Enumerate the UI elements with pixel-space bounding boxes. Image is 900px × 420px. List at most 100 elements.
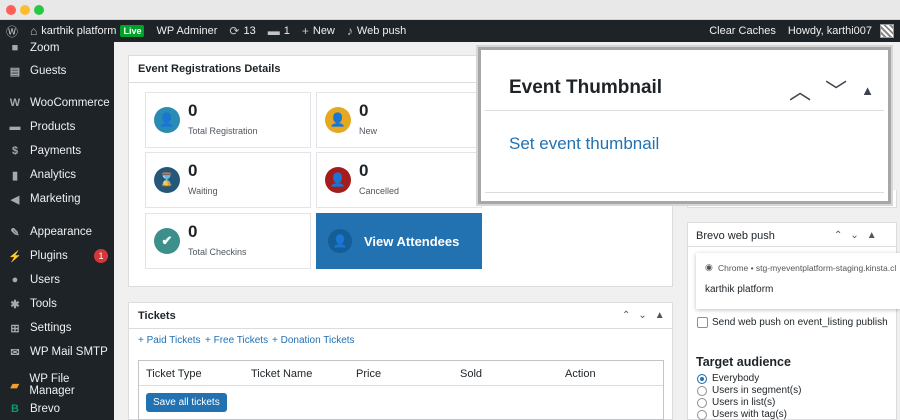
sidebar-item-payments[interactable]: $ Payments xyxy=(0,141,114,161)
set-event-thumbnail-link[interactable]: Set event thumbnail xyxy=(509,134,659,154)
sidebar-item-label: WP Mail SMTP xyxy=(30,346,108,358)
refresh-icon: ⟳ xyxy=(229,24,240,38)
stat-value: 0 xyxy=(188,222,198,241)
wp-adminer-link[interactable]: WP Adminer xyxy=(150,20,223,42)
marketing-icon: ◀ xyxy=(10,193,20,206)
window-titlebar xyxy=(0,0,900,20)
preview-url: Chrome • stg-myeventplatform-staging.kin… xyxy=(718,263,897,273)
send-web-push-checkbox[interactable] xyxy=(697,317,708,328)
attendees-icon: 👤 xyxy=(328,229,352,253)
sidebar-item-zoom[interactable]: ■ Zoom xyxy=(0,38,114,58)
user-icon: 👤 xyxy=(154,107,180,133)
plus-icon: + xyxy=(301,24,309,38)
add-free-tickets-link[interactable]: + Free Tickets xyxy=(205,335,268,346)
sidebar-item-products[interactable]: ▬ Products xyxy=(0,117,114,137)
sidebar-item-guests[interactable]: ▤ Guests xyxy=(0,61,114,81)
clear-caches-button[interactable]: Clear Caches xyxy=(703,20,782,42)
audience-tag-radio[interactable] xyxy=(697,410,707,420)
move-up-icon[interactable]: ⌃ xyxy=(622,310,630,321)
add-donation-tickets-link[interactable]: + Donation Tickets xyxy=(272,335,355,346)
audience-list-radio[interactable] xyxy=(697,398,707,408)
close-window-button[interactable] xyxy=(6,5,16,15)
view-attendees-label: View Attendees xyxy=(364,233,460,249)
new-user-icon: 👤 xyxy=(325,107,351,133)
tools-icon: ✱ xyxy=(10,298,20,311)
sidebar-item-label: Tools xyxy=(30,298,57,310)
view-attendees-button[interactable]: 👤 View Attendees xyxy=(316,213,482,269)
stat-value: 0 xyxy=(359,161,369,180)
analytics-icon: ▮ xyxy=(11,169,19,182)
maximize-window-button[interactable] xyxy=(34,5,44,15)
web-push-menu[interactable]: ♪ Web push xyxy=(341,20,412,42)
plugins-update-badge: 1 xyxy=(94,249,108,263)
thumbnail-box-controls: ︿ ﹀ ▲ xyxy=(789,74,874,106)
wordpress-icon: Ⓦ xyxy=(6,24,19,39)
appearance-icon: ✎ xyxy=(10,226,20,239)
stat-total-checkins: ✔ 0 Total Checkins xyxy=(145,213,311,269)
sidebar-item-tools[interactable]: ✱ Tools xyxy=(0,294,114,314)
move-down-icon[interactable]: ﹀ xyxy=(825,74,847,106)
sidebar-item-wp-mail-smtp[interactable]: ✉ WP Mail SMTP xyxy=(0,342,114,362)
audience-segment-radio[interactable] xyxy=(697,386,707,396)
tickets-box-controls: ⌃ ⌄ ▲ xyxy=(622,310,665,321)
move-down-icon[interactable]: ⌄ xyxy=(850,230,858,241)
sidebar-item-label: Brevo xyxy=(30,403,61,415)
sidebar-item-marketing[interactable]: ◀ Marketing xyxy=(0,189,114,209)
stat-value: 0 xyxy=(188,101,198,120)
sidebar-item-label: Analytics xyxy=(30,169,77,181)
admin-sidebar: ■ Zoom ▤ Guests W WooCommerce ▬ Products… xyxy=(0,42,114,420)
sidebar-item-woocommerce[interactable]: W WooCommerce xyxy=(0,93,114,113)
account-menu[interactable]: Howdy, karthi007 xyxy=(782,20,900,42)
sidebar-item-users[interactable]: ● Users xyxy=(0,270,114,290)
divider xyxy=(485,110,884,111)
divider xyxy=(485,192,884,193)
sidebar-item-wp-file-manager[interactable]: ▰ WP File Manager xyxy=(0,373,114,397)
guests-icon: ▤ xyxy=(9,65,21,78)
toggle-panel-icon[interactable]: ▲ xyxy=(867,230,877,241)
minimize-window-button[interactable] xyxy=(20,5,30,15)
sidebar-item-label: Plugins xyxy=(30,250,68,262)
checkin-icon: ✔ xyxy=(154,228,180,254)
stat-waiting: ⌛ 0 Waiting xyxy=(145,152,311,208)
comments-count: 1 xyxy=(283,25,290,37)
new-content-menu[interactable]: + New xyxy=(296,20,341,42)
audience-option-label: Everybody xyxy=(712,373,760,384)
audience-everybody-radio[interactable] xyxy=(697,374,707,384)
divider xyxy=(139,385,663,386)
sidebar-item-label: Guests xyxy=(30,65,67,77)
move-down-icon[interactable]: ⌄ xyxy=(638,310,646,321)
toggle-panel-icon[interactable]: ▲ xyxy=(655,310,665,321)
audience-option-label: Users with tag(s) xyxy=(712,409,788,420)
stat-total-registration: 👤 0 Total Registration xyxy=(145,92,311,148)
move-up-icon[interactable]: ︿ xyxy=(789,74,811,106)
comments-link[interactable]: ▬ 1 xyxy=(262,20,296,42)
updates-link[interactable]: ⟳ 13 xyxy=(223,20,261,42)
stat-label: Cancelled xyxy=(359,186,400,196)
add-paid-tickets-link[interactable]: + Paid Tickets xyxy=(138,335,201,346)
sidebar-item-brevo[interactable]: B Brevo xyxy=(0,399,114,419)
settings-icon: ⊞ xyxy=(10,322,20,335)
brevo-web-push-title: Brevo web push xyxy=(696,230,775,242)
toggle-panel-icon[interactable]: ▲ xyxy=(861,83,874,98)
sidebar-item-label: Products xyxy=(30,121,76,133)
admin-bar: Ⓦ ⌂ karthik platform Live WP Adminer ⟳ 1… xyxy=(0,20,900,42)
sidebar-item-analytics[interactable]: ▮ Analytics xyxy=(0,165,114,185)
stat-label: Total Checkins xyxy=(188,247,247,257)
audience-option-label: Users in segment(s) xyxy=(712,385,802,396)
woocommerce-icon: W xyxy=(9,97,21,109)
column-ticket-name: Ticket Name xyxy=(251,368,313,380)
move-up-icon[interactable]: ⌃ xyxy=(834,230,842,241)
sidebar-item-label: Appearance xyxy=(30,226,93,238)
sidebar-item-label: Users xyxy=(30,274,61,286)
event-thumbnail-box: Event Thumbnail ︿ ﹀ ▲ Set event thumbnai… xyxy=(478,47,891,204)
brevo-icon: B xyxy=(11,403,19,415)
save-all-tickets-button[interactable]: Save all tickets xyxy=(146,393,227,412)
sidebar-item-label: Payments xyxy=(30,145,82,157)
sidebar-item-plugins[interactable]: ⚡ Plugins 1 xyxy=(0,246,114,266)
site-name: karthik platform xyxy=(41,25,117,37)
sidebar-item-settings[interactable]: ⊞ Settings xyxy=(0,318,114,338)
column-action: Action xyxy=(565,368,596,380)
sidebar-item-appearance[interactable]: ✎ Appearance xyxy=(0,222,114,242)
column-sold: Sold xyxy=(460,368,483,380)
howdy-label: Howdy, karthi007 xyxy=(787,25,872,37)
